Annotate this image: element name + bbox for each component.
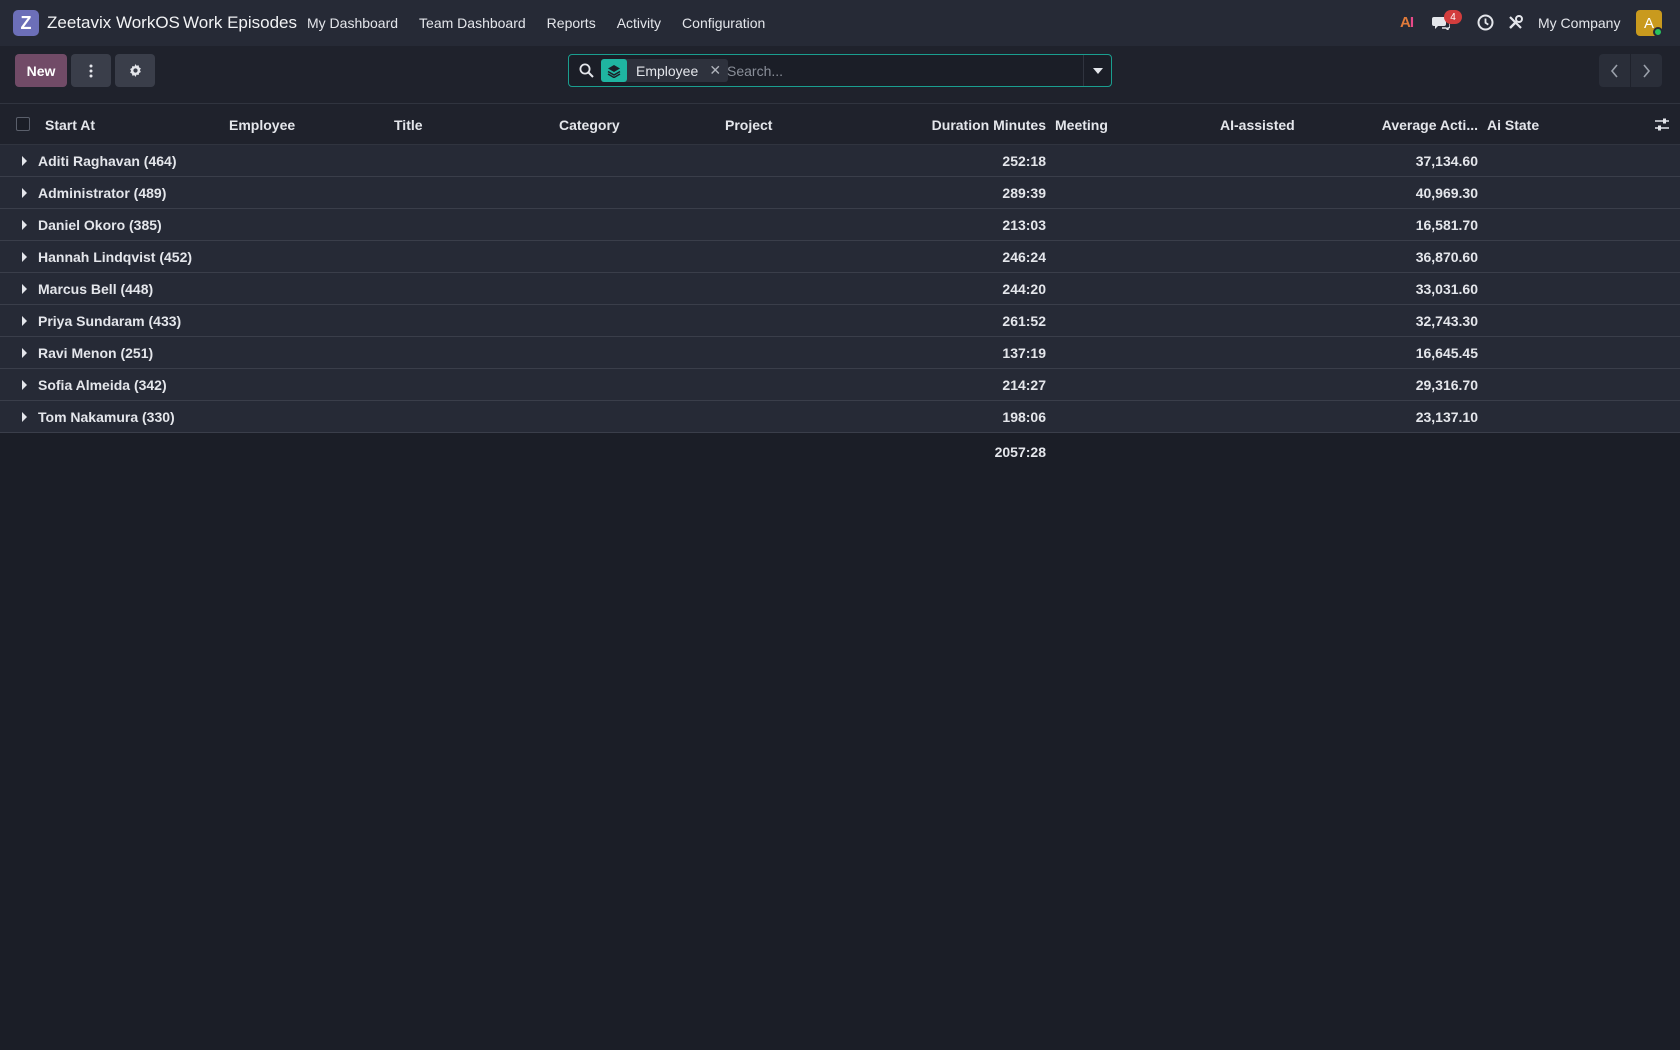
total-duration: 2057:28	[994, 444, 1046, 460]
caret-right-icon	[22, 252, 27, 262]
app-logo-icon[interactable]: Z	[13, 10, 39, 36]
group-row[interactable]: Administrator (489) 289:39 40,969.30	[0, 177, 1680, 209]
group-average-activity: 16,645.45	[1415, 345, 1478, 361]
caret-down-icon	[1092, 67, 1103, 74]
settings-button[interactable]	[115, 54, 155, 87]
group-row[interactable]: Marcus Bell (448) 244:20 33,031.60	[0, 273, 1680, 305]
group-average-activity: 33,031.60	[1415, 281, 1478, 297]
column-duration-minutes[interactable]: Duration Minutes	[932, 117, 1046, 133]
vertical-dots-icon	[89, 64, 93, 77]
group-average-activity: 36,870.60	[1415, 249, 1478, 265]
new-button[interactable]: New	[15, 54, 67, 87]
menu-item-activity[interactable]: Activity	[617, 15, 661, 31]
column-ai-state[interactable]: Ai State	[1487, 117, 1539, 133]
column-start-at[interactable]: Start At	[45, 117, 95, 133]
group-name: Administrator (489)	[38, 185, 167, 201]
menu-item-my-dashboard[interactable]: My Dashboard	[307, 15, 398, 31]
group-name: Hannah Lindqvist (452)	[38, 249, 193, 265]
company-switcher[interactable]: My Company	[1538, 15, 1620, 31]
group-row[interactable]: Ravi Menon (251) 137:19 16,645.45	[0, 337, 1680, 369]
group-average-activity: 40,969.30	[1415, 185, 1478, 201]
layers-icon	[601, 59, 627, 82]
caret-right-icon	[22, 316, 27, 326]
list-footer-total: 2057:28	[0, 444, 1680, 464]
chat-badge: 4	[1444, 10, 1462, 24]
group-duration: 213:03	[1002, 217, 1046, 233]
group-name: Marcus Bell (448)	[38, 281, 154, 297]
group-average-activity: 32,743.30	[1415, 313, 1478, 329]
group-name: Priya Sundaram (433)	[38, 313, 182, 329]
group-row[interactable]: Priya Sundaram (433) 261:52 32,743.30	[0, 305, 1680, 337]
group-average-activity: 16,581.70	[1415, 217, 1478, 233]
group-duration: 244:20	[1002, 281, 1046, 297]
search-facet-group-by: Employee ✕	[601, 59, 729, 82]
brand-name: Zeetavix WorkOS	[47, 13, 180, 32]
group-name: Daniel Okoro (385)	[38, 217, 162, 233]
search-options-toggle[interactable]	[1083, 55, 1111, 86]
caret-right-icon	[22, 220, 27, 230]
facet-remove-icon[interactable]: ✕	[706, 62, 724, 79]
column-title[interactable]: Title	[394, 117, 423, 133]
caret-right-icon	[22, 284, 27, 294]
column-category[interactable]: Category	[559, 117, 620, 133]
caret-right-icon	[22, 188, 27, 198]
search-input[interactable]	[727, 59, 1047, 82]
online-status-dot	[1653, 27, 1663, 37]
group-duration: 261:52	[1002, 313, 1046, 329]
group-name: Tom Nakamura (330)	[38, 409, 175, 425]
group-average-activity: 29,316.70	[1415, 377, 1478, 393]
tools-icon[interactable]	[1507, 14, 1524, 31]
column-ai-assisted[interactable]: AI-assisted	[1220, 117, 1295, 133]
column-settings-icon[interactable]	[1654, 117, 1670, 133]
group-name: Aditi Raghavan (464)	[38, 153, 177, 169]
menu-item-reports[interactable]: Reports	[547, 15, 596, 31]
group-duration: 137:19	[1002, 345, 1046, 361]
group-average-activity: 37,134.60	[1415, 153, 1478, 169]
search-bar: Employee ✕	[568, 54, 1112, 87]
menu-item-configuration[interactable]: Configuration	[682, 15, 765, 31]
group-row[interactable]: Aditi Raghavan (464) 252:18 37,134.60	[0, 145, 1680, 177]
column-project[interactable]: Project	[725, 117, 772, 133]
select-all-checkbox[interactable]	[16, 117, 30, 131]
more-actions-button[interactable]	[71, 54, 111, 87]
column-meeting[interactable]: Meeting	[1055, 117, 1108, 133]
chevron-right-icon	[1643, 63, 1651, 78]
caret-right-icon	[22, 412, 27, 422]
main-menu: My Dashboard Team Dashboard Reports Acti…	[307, 15, 765, 31]
group-row[interactable]: Hannah Lindqvist (452) 246:24 36,870.60	[0, 241, 1680, 273]
caret-right-icon	[22, 380, 27, 390]
group-duration: 252:18	[1002, 153, 1046, 169]
group-row[interactable]: Daniel Okoro (385) 213:03 16,581.70	[0, 209, 1680, 241]
chevron-left-icon	[1610, 63, 1618, 78]
group-duration: 289:39	[1002, 185, 1046, 201]
group-row[interactable]: Sofia Almeida (342) 214:27 29,316.70	[0, 369, 1680, 401]
pager-previous-button[interactable]	[1599, 54, 1630, 87]
group-name: Ravi Menon (251)	[38, 345, 154, 361]
search-icon[interactable]	[579, 63, 594, 78]
column-average-activity[interactable]: Average Acti...	[1382, 117, 1478, 133]
group-duration: 214:27	[1002, 377, 1046, 393]
group-duration: 246:24	[1002, 249, 1046, 265]
list-header: Start At Employee Title Category Project…	[0, 104, 1680, 145]
group-duration: 198:06	[1002, 409, 1046, 425]
group-average-activity: 23,137.10	[1415, 409, 1478, 425]
control-panel: New Employee ✕	[0, 46, 1680, 104]
pager-next-button[interactable]	[1631, 54, 1662, 87]
group-name: Sofia Almeida (342)	[38, 377, 167, 393]
ai-icon[interactable]: AI	[1400, 14, 1414, 31]
caret-right-icon	[22, 348, 27, 358]
list-body: Aditi Raghavan (464) 252:18 37,134.60 Ad…	[0, 145, 1680, 433]
column-employee[interactable]: Employee	[229, 117, 295, 133]
app-title[interactable]: Work Episodes	[183, 13, 297, 33]
gear-icon	[129, 64, 141, 77]
facet-label: Employee	[636, 62, 699, 79]
caret-right-icon	[22, 156, 27, 166]
group-row[interactable]: Tom Nakamura (330) 198:06 23,137.10	[0, 401, 1680, 433]
top-navbar: Z Zeetavix WorkOS Work Episodes My Dashb…	[0, 0, 1680, 46]
menu-item-team-dashboard[interactable]: Team Dashboard	[419, 15, 526, 31]
clock-icon[interactable]	[1477, 14, 1494, 31]
